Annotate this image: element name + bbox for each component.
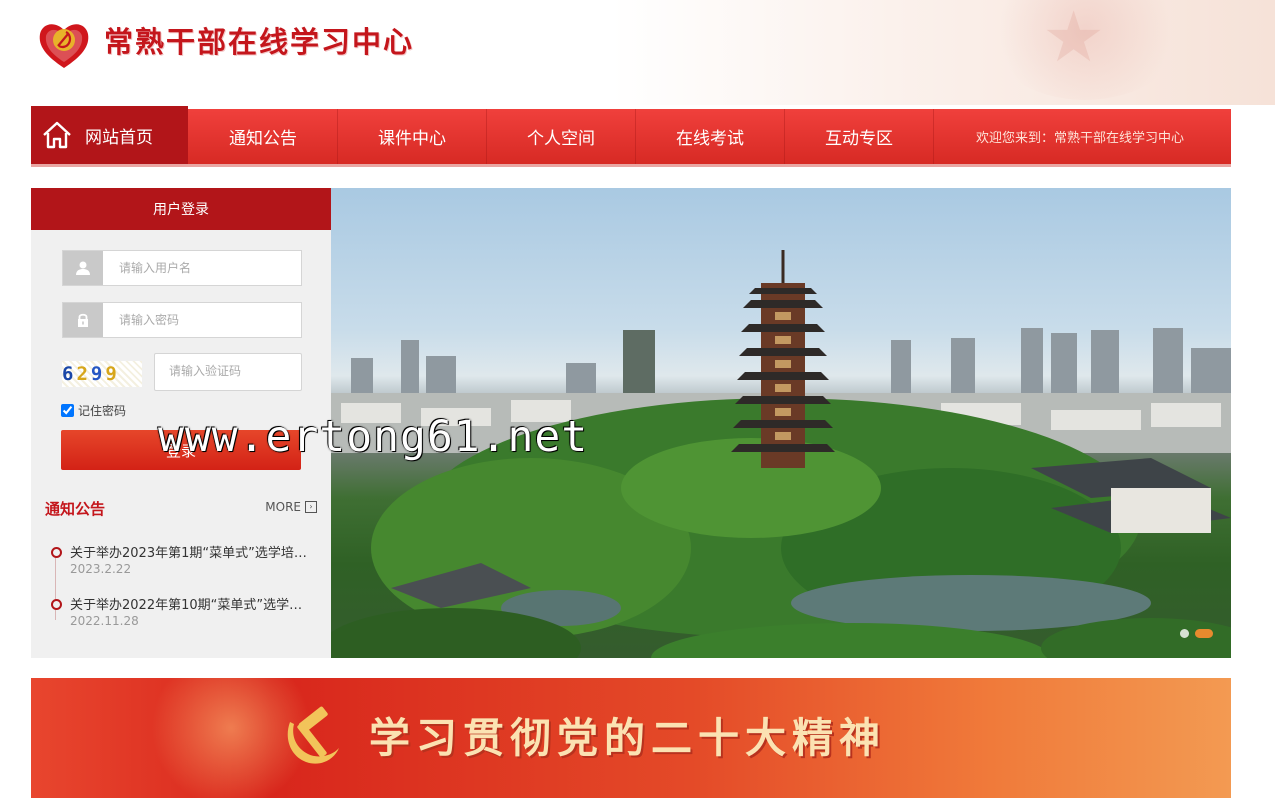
- hammer-sickle-icon: [287, 706, 339, 764]
- notice-item-title[interactable]: 关于举办2022年第10期“菜单式”选学培训的通知: [70, 594, 315, 613]
- slide-indicators: [1174, 629, 1213, 638]
- notice-item-date: 2023.2.22: [70, 562, 132, 576]
- nav-item-notices[interactable]: 通知公告: [189, 109, 338, 164]
- captcha-char: 9: [90, 363, 106, 385]
- password-field: [62, 302, 302, 338]
- nav-item-interaction[interactable]: 互动专区: [785, 109, 934, 164]
- captcha-image[interactable]: 6299: [62, 361, 142, 387]
- remember-password[interactable]: 记住密码: [61, 402, 126, 419]
- login-title: 用户登录: [31, 188, 331, 230]
- home-icon: [43, 121, 71, 149]
- nav-home[interactable]: 网站首页: [31, 106, 188, 164]
- site-title: 常熟干部在线学习中心: [104, 25, 415, 59]
- main-navbar: 网站首页 通知公告 课件中心 个人空间 在线考试 互动专区 欢迎您来到：常熟干部…: [31, 106, 1231, 167]
- remember-checkbox[interactable]: [61, 404, 74, 417]
- password-input[interactable]: [117, 304, 291, 336]
- nav-bottom-border: [31, 164, 1231, 167]
- captcha-field: [154, 353, 302, 391]
- party-logo-icon[interactable]: [36, 18, 92, 70]
- slide-dot-active[interactable]: [1195, 629, 1213, 638]
- welcome-text: 欢迎您来到：常熟干部在线学习中心: [976, 131, 1185, 146]
- notice-header: 通知公告 MORE ›: [45, 498, 317, 522]
- notice-title: 通知公告: [45, 500, 106, 518]
- captcha-char: 2: [76, 363, 91, 385]
- timeline-dot-icon: [51, 599, 62, 610]
- notice-item-title[interactable]: 关于举办2023年第1期“菜单式”选学培训的通知: [70, 542, 315, 561]
- username-field: [62, 250, 302, 286]
- nav-item-courseware[interactable]: 课件中心: [338, 109, 487, 164]
- nav-home-label: 网站首页: [85, 127, 153, 148]
- notice-item-date: 2022.11.28: [70, 614, 139, 628]
- arrow-right-icon: ›: [305, 501, 317, 513]
- captcha-input[interactable]: [167, 354, 291, 388]
- more-label: MORE: [265, 500, 301, 514]
- username-input[interactable]: [117, 252, 291, 284]
- slide-dot[interactable]: [1180, 629, 1189, 638]
- watermark-text: www.ertong61.net: [158, 412, 589, 462]
- captcha-char: 6: [62, 363, 77, 385]
- promo-banner[interactable]: 学习贯彻党的二十大精神: [31, 678, 1231, 798]
- more-link[interactable]: MORE ›: [265, 500, 317, 514]
- star-decoration-icon: ★: [1042, 0, 1105, 78]
- banner-slogan: 学习贯彻党的二十大精神: [369, 714, 886, 762]
- remember-label: 记住密码: [78, 404, 127, 418]
- nav-item-online-exam[interactable]: 在线考试: [636, 109, 785, 164]
- lock-icon: [63, 303, 103, 337]
- timeline-dot-icon: [51, 547, 62, 558]
- nav-item-personal-space[interactable]: 个人空间: [487, 109, 636, 164]
- captcha-char: 9: [105, 363, 120, 385]
- site-header: ★ 常熟干部在线学习中心: [0, 0, 1275, 105]
- user-icon: [63, 251, 103, 285]
